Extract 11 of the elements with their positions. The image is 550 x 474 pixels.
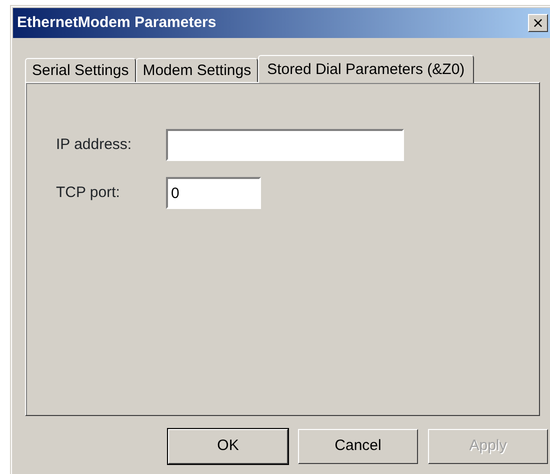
tab[interactable]: Serial Settings — [25, 58, 136, 82]
window-title: EthernetModem Parameters — [17, 12, 216, 33]
field-label: TCP port: — [56, 182, 121, 203]
input-field[interactable]: 0 — [166, 177, 261, 209]
dialog-button[interactable]: Cancel — [298, 429, 418, 464]
close-button[interactable]: × — [528, 14, 548, 32]
tab[interactable]: Modem Settings — [136, 58, 258, 82]
dialog-button[interactable]: OK — [168, 429, 288, 464]
input-field[interactable] — [166, 129, 404, 161]
tab[interactable]: Stored Dial Parameters (&Z0) — [258, 55, 474, 83]
field-label: IP address: — [56, 134, 133, 155]
